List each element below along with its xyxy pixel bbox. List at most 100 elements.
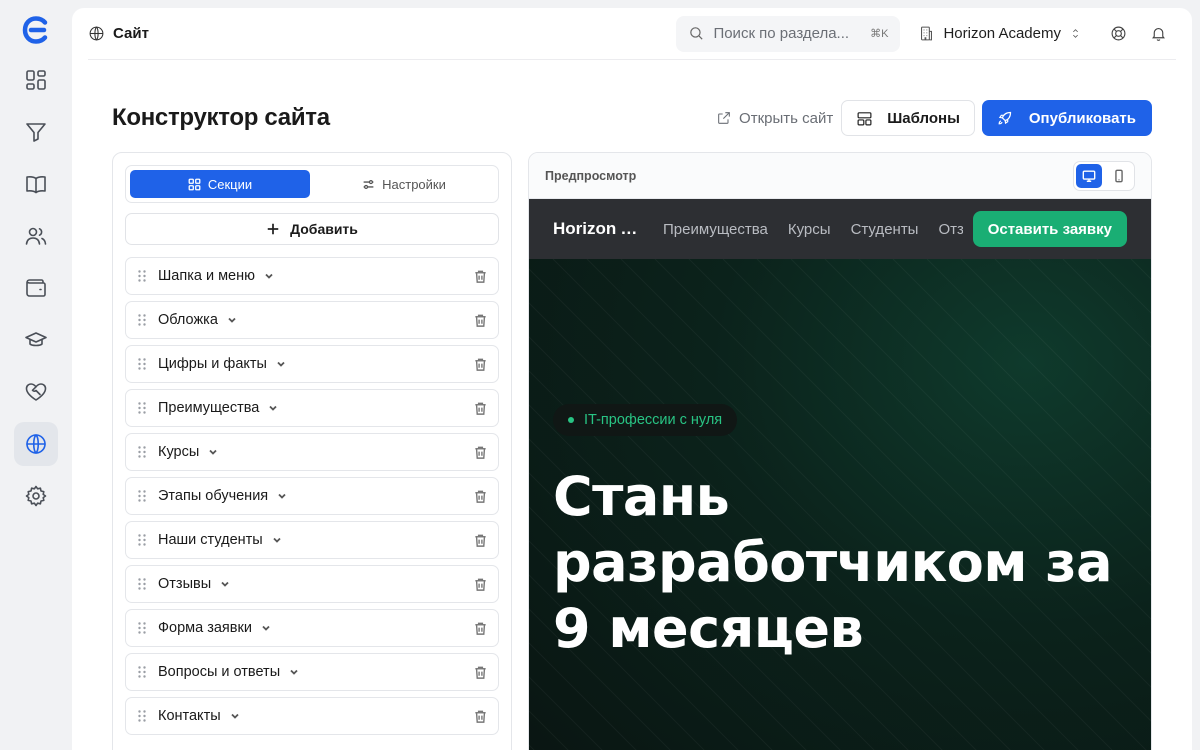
nav-users[interactable] (14, 214, 58, 258)
drag-handle-icon[interactable] (136, 709, 148, 723)
section-item[interactable]: Преимущества (125, 389, 499, 427)
tab-settings[interactable]: Настройки (314, 170, 494, 198)
section-item[interactable]: Шапка и меню (125, 257, 499, 295)
app-logo[interactable] (18, 12, 54, 48)
drag-handle-icon[interactable] (136, 577, 148, 591)
trash-icon[interactable] (473, 313, 488, 328)
section-item[interactable]: Контакты (125, 697, 499, 735)
breadcrumb-label: Сайт (113, 25, 149, 42)
drag-handle-icon[interactable] (136, 445, 148, 459)
hero-headline: Стань разработчиком за 9 месяцев (553, 465, 1113, 660)
site-nav-link[interactable]: Студенты (851, 221, 919, 238)
section-item[interactable]: Форма заявки (125, 609, 499, 647)
nav-dashboard[interactable] (14, 58, 58, 102)
site-navbar: Horizon Ac... Преимущества Курсы Студенты О… (529, 199, 1151, 259)
section-item-label: Цифры и факты (158, 356, 267, 372)
trash-icon[interactable] (473, 709, 488, 724)
trash-icon[interactable] (473, 269, 488, 284)
drag-handle-icon[interactable] (136, 357, 148, 371)
open-site-link[interactable]: Открыть сайт (716, 110, 833, 127)
external-link-icon (718, 112, 730, 124)
trash-icon[interactable] (473, 533, 488, 548)
section-item[interactable]: Цифры и факты (125, 345, 499, 383)
smartphone-icon (1115, 169, 1123, 182)
chevron-down-icon[interactable] (207, 446, 219, 458)
drag-handle-icon[interactable] (136, 269, 148, 283)
trash-icon[interactable] (473, 357, 488, 372)
page-title: Конструктор сайта (112, 104, 330, 131)
building-icon (921, 26, 933, 41)
help-button[interactable] (1100, 16, 1136, 52)
drag-handle-icon[interactable] (136, 533, 148, 547)
nav-funnel[interactable] (14, 110, 58, 154)
nav-loyalty[interactable] (14, 370, 58, 414)
trash-icon[interactable] (473, 401, 488, 416)
site-nav-link[interactable]: Преимущества (663, 221, 768, 238)
chevron-down-icon[interactable] (229, 710, 241, 722)
nav-settings[interactable] (14, 474, 58, 518)
section-item[interactable]: Курсы (125, 433, 499, 471)
chevron-down-icon[interactable] (226, 314, 238, 326)
rocket-icon (998, 111, 1011, 124)
trash-icon[interactable] (473, 577, 488, 592)
site-nav-link[interactable]: Курсы (788, 221, 831, 238)
section-item-label: Контакты (158, 708, 221, 724)
section-item[interactable]: Отзывы (125, 565, 499, 603)
chevron-down-icon[interactable] (275, 358, 287, 370)
breadcrumb: Сайт (88, 25, 149, 42)
drag-handle-icon[interactable] (136, 401, 148, 415)
globe-icon (26, 434, 46, 454)
publish-label: Опубликовать (1028, 109, 1136, 127)
chevron-down-icon[interactable] (260, 622, 272, 634)
nav-site[interactable] (14, 422, 58, 466)
blocks-icon (188, 178, 201, 190)
funnel-icon (26, 123, 46, 142)
site-cta-button[interactable]: Оставить заявку (972, 211, 1127, 247)
publish-button[interactable]: Опубликовать (981, 100, 1152, 136)
section-item[interactable]: Обложка (125, 301, 499, 339)
drag-handle-icon[interactable] (136, 621, 148, 635)
section-item[interactable]: Вопросы и ответы (125, 653, 499, 691)
trash-icon[interactable] (473, 445, 488, 460)
device-toggle (1073, 160, 1135, 191)
trash-icon[interactable] (473, 621, 488, 636)
section-item-label: Курсы (158, 444, 200, 460)
chevron-down-icon[interactable] (288, 666, 300, 678)
desktop-view-button[interactable] (1076, 163, 1102, 188)
nav-education[interactable] (14, 318, 58, 362)
trash-icon[interactable] (473, 489, 488, 504)
section-item-label: Этапы обучения (158, 488, 269, 504)
templates-button[interactable]: Шаблоны (841, 100, 975, 136)
gear-icon (25, 485, 47, 507)
trash-icon[interactable] (473, 665, 488, 680)
chevron-down-icon[interactable] (271, 534, 283, 546)
chevron-up-down-icon (1073, 29, 1078, 38)
section-item[interactable]: Наши студенты (125, 521, 499, 559)
chevron-down-icon[interactable] (263, 270, 275, 282)
site-brand[interactable]: Horizon Ac... (553, 219, 649, 239)
hero-badge-label: IT-профессии с нуля (584, 412, 723, 428)
nav-courses[interactable] (14, 162, 58, 206)
search-input[interactable]: Поиск по раздела... ⌘K (676, 15, 901, 52)
search-icon (690, 27, 704, 40)
notifications-button[interactable] (1140, 16, 1176, 52)
org-switcher[interactable]: Horizon Academy (914, 16, 1086, 52)
chevron-down-icon[interactable] (219, 578, 231, 590)
logo-icon (22, 16, 48, 44)
graduation-cap-icon (25, 332, 47, 347)
nav-wallet[interactable] (14, 266, 58, 310)
mobile-view-button[interactable] (1106, 164, 1132, 188)
preview-label: Предпросмотр (545, 168, 637, 183)
drag-handle-icon[interactable] (136, 665, 148, 679)
section-item-label: Преимущества (158, 400, 260, 416)
chevron-down-icon[interactable] (276, 490, 288, 502)
chevron-down-icon[interactable] (267, 402, 279, 414)
tab-sections[interactable]: Секции (130, 170, 310, 198)
section-item-label: Обложка (158, 312, 218, 328)
site-nav-link[interactable]: Отзы (938, 221, 963, 238)
search-shortcut: ⌘K (870, 28, 889, 40)
section-item[interactable]: Этапы обучения (125, 477, 499, 515)
add-section-button[interactable]: Добавить (125, 213, 499, 245)
drag-handle-icon[interactable] (136, 313, 148, 327)
drag-handle-icon[interactable] (136, 489, 148, 503)
